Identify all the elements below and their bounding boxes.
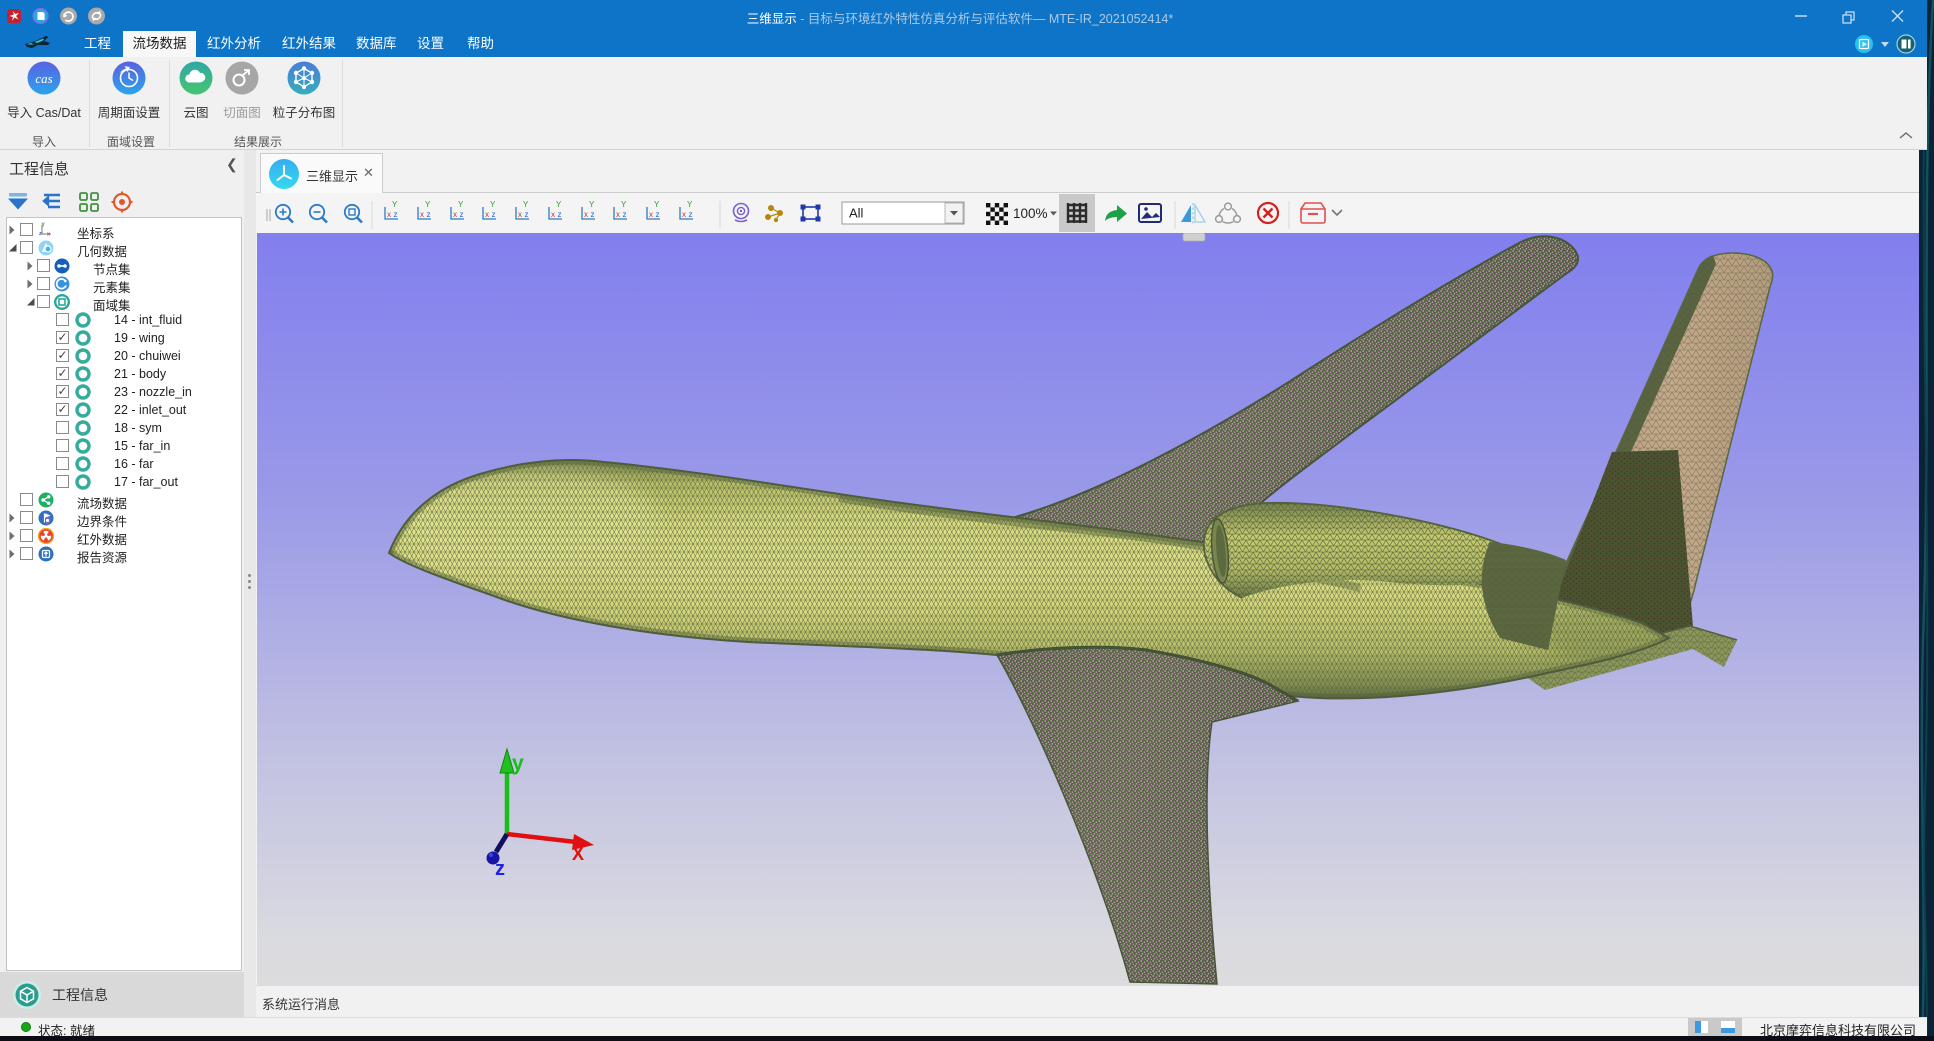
svg-text:z: z [656,210,660,219]
svg-text:Y: Y [687,200,693,209]
svg-text:z: z [492,210,496,219]
svg-text:y: y [512,752,524,775]
svg-text:z: z [427,210,431,219]
svg-text:z: z [525,210,529,219]
svg-text:Y: Y [621,200,627,209]
svg-text:X: X [572,844,584,864]
svg-text:Y: Y [654,200,660,209]
svg-text:z: z [689,210,693,219]
svg-text:z: z [495,858,505,880]
svg-text:z: z [591,210,595,219]
svg-text:x: x [485,210,489,219]
svg-text:100%: 100% [1013,206,1048,221]
svg-text:z: z [623,210,627,219]
svg-text:Y: Y [458,200,464,209]
svg-text:x: x [649,210,653,219]
svg-text:Y: Y [556,200,562,209]
svg-text:z: z [394,210,398,219]
svg-text:z: z [558,210,562,219]
svg-text:Y: Y [490,200,496,209]
svg-text:Y: Y [523,200,529,209]
svg-text:Y: Y [392,200,398,209]
svg-text:x: x [47,232,51,238]
svg-text:x: x [453,210,457,219]
svg-text:x: x [420,210,424,219]
svg-text:Y: Y [425,200,431,209]
svg-text:x: x [551,210,555,219]
svg-text:x: x [518,210,522,219]
svg-text:cas: cas [35,71,52,86]
svg-text:Y: Y [41,223,45,229]
svg-text:All: All [849,206,864,221]
svg-text:x: x [616,210,620,219]
svg-text:x: x [387,210,391,219]
svg-text:z: z [460,210,464,219]
svg-text:Y: Y [589,200,595,209]
svg-text:z: z [39,231,42,237]
svg-text:x: x [584,210,588,219]
svg-text:x: x [682,210,686,219]
